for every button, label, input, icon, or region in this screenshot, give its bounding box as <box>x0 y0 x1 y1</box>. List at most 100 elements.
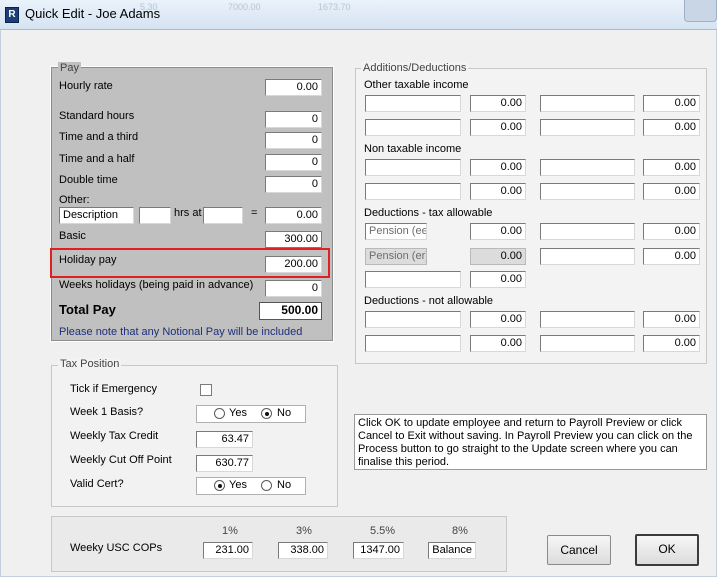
other-taxable-desc-field[interactable] <box>540 95 635 112</box>
background-text: 7000.00 <box>228 2 261 12</box>
close-button[interactable] <box>684 0 717 22</box>
tax-allowable-amount-field[interactable]: 0.00 <box>643 223 700 240</box>
weekly-tax-credit-label: Weekly Tax Credit <box>70 430 159 442</box>
valid-cert-label: Valid Cert? <box>70 478 124 490</box>
pension-ee-amount-field[interactable]: 0.00 <box>470 223 526 240</box>
tax-allowable-label: Deductions - tax allowable <box>364 207 493 219</box>
usc-55pct-field[interactable]: 1347.00 <box>353 542 404 559</box>
usc-header: 8% <box>452 525 468 537</box>
weekly-cut-off-label: Weekly Cut Off Point <box>70 454 172 466</box>
tax-allowable-desc-field[interactable] <box>540 248 635 265</box>
pension-er-amount-field: 0.00 <box>470 248 526 265</box>
other-taxable-desc-field[interactable] <box>365 95 461 112</box>
tax-allowable-desc-field[interactable] <box>365 271 461 288</box>
equals-label: = <box>251 207 258 219</box>
not-allowable-desc-field[interactable] <box>365 335 461 352</box>
usc-1pct-field[interactable]: 231.00 <box>203 542 253 559</box>
not-allowable-desc-field[interactable] <box>540 335 635 352</box>
not-allowable-amount-field[interactable]: 0.00 <box>470 311 526 328</box>
non-taxable-desc-field[interactable] <box>540 183 635 200</box>
pay-group-label: Pay <box>58 62 81 74</box>
other-hours-field[interactable] <box>139 207 171 224</box>
standard-hours-field[interactable]: 0 <box>265 111 322 128</box>
non-taxable-amount-field[interactable]: 0.00 <box>643 159 700 176</box>
non-taxable-amount-field[interactable]: 0.00 <box>470 159 526 176</box>
usc-3pct-field[interactable]: 338.00 <box>278 542 328 559</box>
basic-label: Basic <box>59 230 86 242</box>
basic-field[interactable]: 300.00 <box>265 231 322 248</box>
ok-button[interactable]: OK <box>635 534 699 566</box>
background-text: 5.30 <box>140 2 158 12</box>
cancel-button[interactable]: Cancel <box>547 535 611 565</box>
week1-no-label: No <box>277 407 292 419</box>
non-taxable-amount-field[interactable]: 0.00 <box>470 183 526 200</box>
time-and-half-field[interactable]: 0 <box>265 154 322 171</box>
highlight-box <box>50 248 330 278</box>
time-and-third-field[interactable]: 0 <box>265 132 322 149</box>
pension-ee-field: Pension (ee) <box>365 223 427 240</box>
other-description-field[interactable]: Description <box>59 207 134 224</box>
tax-position-label: Tax Position <box>58 358 122 370</box>
hrs-at-label: hrs at <box>174 207 202 219</box>
non-taxable-desc-field[interactable] <box>365 183 461 200</box>
tax-allowable-amount-field[interactable]: 0.00 <box>643 248 700 265</box>
usc-label: Weeky USC COPs <box>70 542 163 554</box>
valid-cert-yes-radio[interactable] <box>214 480 225 491</box>
additions-group-label: Additions/Deductions <box>361 62 469 74</box>
usc-8pct-field: Balance <box>428 542 476 559</box>
other-rate-field[interactable] <box>203 207 243 224</box>
other-taxable-amount-field[interactable]: 0.00 <box>470 119 526 136</box>
hourly-rate-label: Hourly rate <box>59 80 113 92</box>
weeks-holidays-field[interactable]: 0 <box>265 280 322 297</box>
valid-cert-yes-label: Yes <box>229 479 247 491</box>
non-taxable-label: Non taxable income <box>364 143 462 155</box>
usc-header: 3% <box>296 525 312 537</box>
non-taxable-amount-field[interactable]: 0.00 <box>643 183 700 200</box>
week1-yes-radio[interactable] <box>214 408 225 419</box>
info-text: Click OK to update employee and return t… <box>354 414 707 470</box>
emergency-checkbox[interactable] <box>200 384 212 396</box>
usc-header: 1% <box>222 525 238 537</box>
weeks-holidays-label: Weeks holidays (being paid in advance) <box>59 279 254 291</box>
non-taxable-desc-field[interactable] <box>540 159 635 176</box>
usc-header: 5.5% <box>370 525 396 537</box>
total-pay-label: Total Pay <box>59 302 116 317</box>
double-time-field[interactable]: 0 <box>265 176 322 193</box>
background-text: 1673.70 <box>318 2 351 12</box>
time-and-half-label: Time and a half <box>59 153 135 165</box>
other-label: Other: <box>59 194 90 206</box>
not-allowable-desc-field[interactable] <box>540 311 635 328</box>
tax-allowable-amount-field[interactable]: 0.00 <box>470 271 526 288</box>
week1-label: Week 1 Basis? <box>70 406 144 418</box>
notional-pay-note: Please note that any Notional Pay will b… <box>59 326 303 338</box>
other-taxable-amount-field[interactable]: 0.00 <box>470 95 526 112</box>
not-allowable-amount-field[interactable]: 0.00 <box>643 335 700 352</box>
other-taxable-amount-field[interactable]: 0.00 <box>643 95 700 112</box>
other-taxable-desc-field[interactable] <box>540 119 635 136</box>
emergency-label: Tick if Emergency <box>70 383 158 395</box>
other-taxable-amount-field[interactable]: 0.00 <box>643 119 700 136</box>
valid-cert-no-radio[interactable] <box>261 480 272 491</box>
pension-er-field: Pension (er) <box>365 248 427 265</box>
time-and-third-label: Time and a third <box>59 131 139 143</box>
other-taxable-label: Other taxable income <box>364 79 469 91</box>
weekly-tax-credit-field[interactable]: 63.47 <box>196 431 253 448</box>
app-icon: R <box>5 7 19 23</box>
weekly-cut-off-field[interactable]: 630.77 <box>196 455 253 472</box>
tax-allowable-desc-field[interactable] <box>540 223 635 240</box>
double-time-label: Double time <box>59 174 118 186</box>
not-allowable-desc-field[interactable] <box>365 311 461 328</box>
other-taxable-desc-field[interactable] <box>365 119 461 136</box>
total-pay-field: 500.00 <box>259 302 322 320</box>
valid-cert-no-label: No <box>277 479 292 491</box>
not-allowable-amount-field[interactable]: 0.00 <box>470 335 526 352</box>
other-amount-field[interactable]: 0.00 <box>265 207 322 224</box>
non-taxable-desc-field[interactable] <box>365 159 461 176</box>
not-allowable-label: Deductions - not allowable <box>364 295 494 307</box>
hourly-rate-field[interactable]: 0.00 <box>265 79 322 96</box>
pay-group <box>50 66 334 342</box>
not-allowable-amount-field[interactable]: 0.00 <box>643 311 700 328</box>
week1-yes-label: Yes <box>229 407 247 419</box>
week1-no-radio[interactable] <box>261 408 272 419</box>
standard-hours-label: Standard hours <box>59 110 135 122</box>
